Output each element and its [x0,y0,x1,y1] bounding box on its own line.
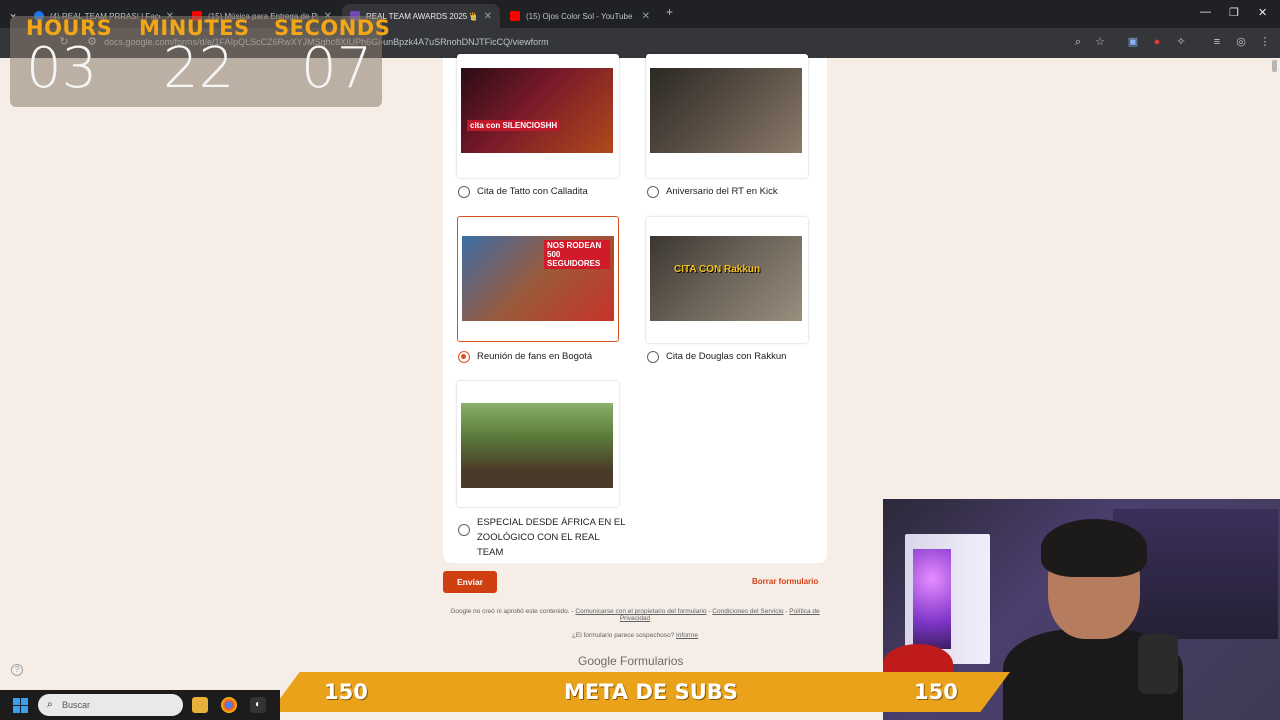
minimize-icon[interactable]: — [1200,6,1211,18]
hours-value: 03 [26,36,98,101]
option-card-tatto[interactable]: cita con SILENCIOSHH [457,54,619,178]
microphone [1138,634,1178,694]
footer-disclaimer: Google no creó ni aprobó este contenido.… [450,608,820,622]
option-card-rakkun[interactable]: CITA CON Rakkun [646,217,808,343]
taskbar: ⌕ Buscar ◐ [0,690,280,720]
option-label: Cita de Tatto con Calladita [477,186,588,197]
clear-form-button[interactable]: Borrar formulario [752,577,818,586]
media-icon[interactable]: ≡ [1211,36,1223,48]
question-card: cita con SILENCIOSHH Cita de Tatto con C… [443,54,827,563]
profile-icon[interactable]: ◎ [1235,36,1247,48]
suspicious-text: ¿El formulario parece sospechoso? [571,632,675,639]
thumbnail-caption: CITA CON Rakkun [674,264,761,275]
maximize-icon[interactable]: ❐ [1229,6,1239,19]
translate-icon[interactable]: ▣ [1127,36,1139,48]
option-card-aniversario[interactable] [646,54,808,178]
taskbar-search[interactable]: ⌕ Buscar [38,694,183,716]
seconds-value: 07 [301,36,373,101]
contact-owner-link[interactable]: Comunicarse con el propietario del formu… [575,608,706,615]
subs-count-left: 150 [324,680,368,704]
subs-count-right: 150 [914,680,958,704]
thumbnail-bogota: NOS RODEAN 500 SEGUIDORES [462,236,614,321]
option-label: ESPECIAL DESDE ÁFRICA EN EL ZOOLÓGICO CO… [477,517,626,558]
chrome-icon[interactable] [221,697,237,713]
thumbnail-caption: cita con SILENCIOSHH [467,120,561,131]
youtube-icon [510,11,520,21]
google-forms-logo: Google Formularios [578,654,684,668]
option-label: Cita de Douglas con Rakkun [666,351,787,362]
tab-ojos[interactable]: (15) Ojos Color Sol - YouTube ✕ [502,4,658,28]
thumbnail-tatto: cita con SILENCIOSHH [461,68,613,153]
search-placeholder: Buscar [62,700,91,710]
file-explorer-icon[interactable] [192,697,208,713]
option-label: Reunión de fans en Bogotá [477,351,593,362]
new-tab-button[interactable]: + [666,5,673,19]
thumbnail-africa [461,403,613,488]
search-icon: ⌕ [47,699,53,710]
submit-button[interactable]: Enviar [443,571,497,593]
option-card-bogota[interactable]: NOS RODEAN 500 SEGUIDORES [457,216,619,342]
option-label: Aniversario del RT en Kick [666,186,778,197]
radio-aniversario[interactable] [647,186,659,198]
subs-goal-title: META DE SUBS [564,680,738,704]
close-icon[interactable]: ✕ [642,11,650,22]
radio-rakkun[interactable] [647,351,659,363]
close-window-icon[interactable]: ✕ [1258,6,1267,19]
extension-icon[interactable]: ● [1151,36,1163,48]
app-icon[interactable]: ◐ [250,697,266,713]
windows-start-icon[interactable] [13,698,28,713]
terms-link[interactable]: Condiciones del Servicio [712,608,783,615]
radio-bogota[interactable] [458,351,470,363]
zoom-icon[interactable]: ⌕ [1072,36,1084,48]
menu-icon[interactable]: ⋮ [1259,36,1271,48]
radio-africa[interactable] [458,524,470,536]
thumbnail-rakkun: CITA CON Rakkun [650,236,802,321]
disclaimer-text: Google no creó ni aprobó este contenido. [450,608,570,615]
minutes-value: 22 [163,36,235,101]
scrollbar-thumb[interactable] [1272,60,1277,72]
pc-lights [913,549,951,649]
bookmark-star-icon[interactable]: ☆ [1094,36,1106,48]
extensions-icon[interactable]: ✧ [1175,36,1187,48]
help-icon[interactable]: ? [11,664,23,676]
option-card-africa[interactable] [457,381,619,507]
radio-tatto[interactable] [458,186,470,198]
streamer-hair [1041,519,1147,577]
thumbnail-caption: NOS RODEAN 500 SEGUIDORES [544,240,610,269]
thumbnail-aniversario [650,68,802,153]
report-link[interactable]: Informe [676,632,698,639]
tab-title: (15) Ojos Color Sol - YouTube [526,11,633,21]
footer-report: ¿El formulario parece sospechoso? Inform… [440,632,830,639]
close-icon[interactable]: ✕ [484,11,492,22]
